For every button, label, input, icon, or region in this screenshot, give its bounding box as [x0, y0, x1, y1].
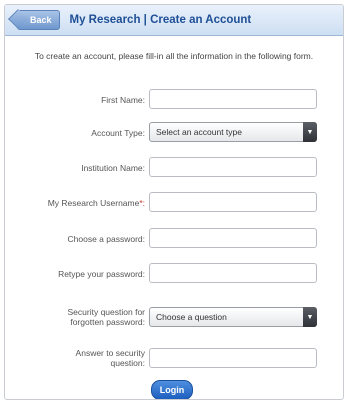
intro-text: To create an account, please fill-in all…	[34, 51, 314, 61]
institution-field[interactable]	[149, 157, 317, 177]
security-question-label-line2: forgotten password:	[70, 317, 145, 327]
first-name-field[interactable]	[149, 89, 317, 109]
security-question-label: Security question for forgotten password…	[15, 307, 145, 327]
chevron-down-icon: ▼	[303, 307, 317, 327]
security-question-select[interactable]: Choose a question ▼	[149, 307, 317, 327]
row-password: Choose a password:	[5, 228, 343, 254]
answer-label-line2: question:	[110, 358, 146, 368]
username-field[interactable]	[149, 192, 317, 212]
chevron-down-icon: ▼	[303, 122, 317, 142]
institution-label: Institution Name:	[81, 163, 145, 173]
retype-password-field[interactable]	[149, 263, 317, 283]
security-question-value: Choose a question	[156, 312, 227, 322]
username-label: My Research Username*:	[15, 198, 145, 208]
answer-label: Answer to security question:	[15, 348, 145, 368]
row-username: My Research Username*:	[5, 192, 343, 218]
row-institution: Institution Name:	[5, 157, 343, 183]
retype-password-label: Retype your password:	[58, 269, 145, 279]
username-label-text: My Research Username	[47, 198, 140, 208]
first-name-label: First Name:	[101, 95, 145, 105]
login-button[interactable]: Login	[151, 380, 193, 399]
header-bar: Back My Research | Create an Account	[5, 5, 343, 36]
password-label: Choose a password:	[67, 234, 146, 244]
row-security-question: Security question for forgotten password…	[5, 307, 343, 333]
account-type-label: Account Type:	[91, 128, 145, 138]
answer-field[interactable]	[149, 348, 317, 368]
row-answer: Answer to security question:	[5, 348, 343, 374]
create-account-panel: Back My Research | Create an Account To …	[4, 4, 344, 400]
row-retype-password: Retype your password:	[5, 263, 343, 289]
account-type-value: Select an account type	[156, 127, 243, 137]
security-question-label-line1: Security question for	[67, 307, 145, 317]
password-field[interactable]	[149, 228, 317, 248]
account-type-select[interactable]: Select an account type ▼	[149, 122, 317, 142]
answer-label-line1: Answer to security	[75, 348, 145, 358]
page-title: My Research | Create an Account	[69, 14, 252, 26]
row-account-type: Account Type: Select an account type ▼	[5, 122, 343, 148]
row-first-name: First Name:	[5, 89, 343, 115]
back-button[interactable]: Back	[17, 10, 60, 30]
back-button-label: Back	[30, 15, 52, 25]
required-mark: *:	[139, 198, 145, 208]
